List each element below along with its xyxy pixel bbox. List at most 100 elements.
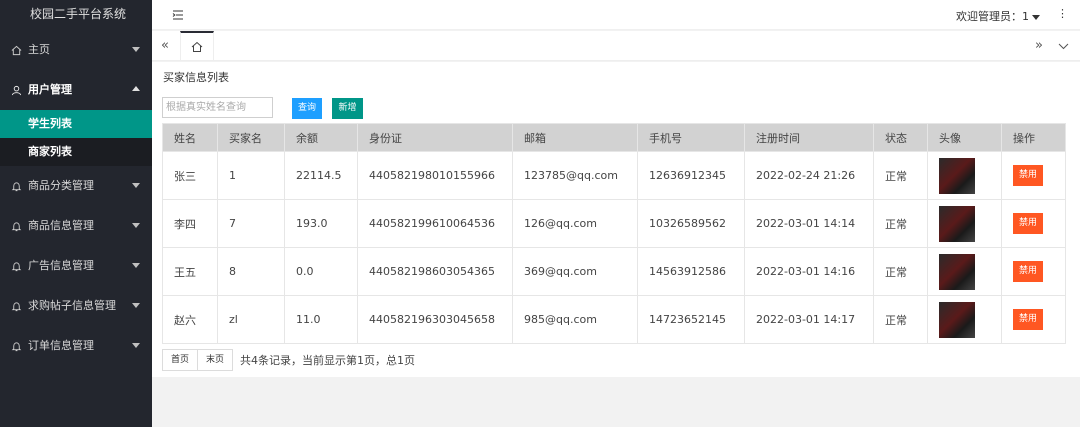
- table-row: 王五 8 0.0 440582198603054365 369@qq.com 1…: [162, 247, 1066, 296]
- column-header: 状态: [873, 123, 928, 152]
- sidebar-item-label: 订单信息管理: [28, 339, 94, 352]
- column-header: 注册时间: [744, 123, 874, 152]
- chevron-down-icon: [132, 343, 140, 348]
- cell-avatar: [927, 151, 1002, 200]
- cell-avatar: [927, 295, 1002, 344]
- sidebar-item-label: 商品分类管理: [28, 179, 94, 192]
- home-icon: [10, 44, 22, 56]
- avatar[interactable]: [939, 253, 975, 290]
- admin-menu[interactable]: 欢迎管理员：1: [956, 8, 1040, 24]
- menu-toggle-icon[interactable]: [172, 9, 184, 21]
- sidebar-item-label: 商品信息管理: [28, 219, 94, 232]
- user-icon: [10, 84, 22, 96]
- cell-buyer: 7: [217, 199, 285, 248]
- chevron-up-icon: [132, 86, 140, 91]
- cell-buyer: 1: [217, 151, 285, 200]
- sidebar-item-label: 求购帖子信息管理: [28, 299, 116, 312]
- bell-icon: [10, 220, 22, 232]
- avatar[interactable]: [939, 157, 975, 194]
- tab-bar: « »: [152, 31, 1080, 61]
- sidebar-item-product-management[interactable]: 商品信息管理: [0, 206, 152, 246]
- sidebar-item-wanted-post-management[interactable]: 求购帖子信息管理: [0, 286, 152, 326]
- first-page-button[interactable]: 首页: [162, 349, 199, 371]
- cell-phone: 14723652145: [637, 295, 745, 344]
- sidebar-item-order-management[interactable]: 订单信息管理: [0, 326, 152, 366]
- avatar[interactable]: [939, 301, 975, 338]
- cell-registered: 2022-03-01 14:17: [744, 295, 874, 344]
- cell-name: 李四: [162, 199, 218, 248]
- sidebar-item-user-management[interactable]: 用户管理: [0, 70, 152, 110]
- cell-phone: 12636912345: [637, 151, 745, 200]
- cell-name: 王五: [162, 247, 218, 296]
- sidebar-item-ad-management[interactable]: 广告信息管理: [0, 246, 152, 286]
- cell-email: 123785@qq.com: [512, 151, 638, 200]
- main-panel: 买家信息列表 查询 新增 姓名 买家名 余额 身份证 邮箱 手机号 注册时间 状…: [152, 62, 1080, 377]
- cell-action: 禁用: [1001, 247, 1066, 296]
- column-header: 姓名: [162, 123, 218, 152]
- sidebar-item-category-management[interactable]: 商品分类管理: [0, 166, 152, 206]
- cell-id-card: 440582196303045658: [357, 295, 513, 344]
- disable-button[interactable]: 禁用: [1013, 309, 1043, 330]
- cell-status: 正常: [873, 199, 928, 248]
- add-button[interactable]: 新增: [332, 98, 363, 119]
- column-header: 头像: [927, 123, 1002, 152]
- cell-action: 禁用: [1001, 295, 1066, 344]
- column-header: 身份证: [357, 123, 513, 152]
- tab-scroll-left-icon[interactable]: «: [156, 37, 174, 55]
- cell-buyer: zl: [217, 295, 285, 344]
- cell-avatar: [927, 199, 1002, 248]
- page-title: 买家信息列表: [163, 71, 229, 84]
- pagination-info: 共4条记录，当前显示第1页，总1页: [240, 354, 416, 367]
- disable-button[interactable]: 禁用: [1013, 213, 1043, 234]
- sidebar-item-home[interactable]: 主页: [0, 30, 152, 70]
- search-input[interactable]: [162, 97, 273, 118]
- last-page-button[interactable]: 末页: [198, 349, 234, 371]
- cell-avatar: [927, 247, 1002, 296]
- cell-balance: 22114.5: [284, 151, 358, 200]
- bell-icon: [10, 340, 22, 352]
- admin-label: 欢迎管理员：1: [956, 10, 1029, 23]
- table-header-row: 姓名 买家名 余额 身份证 邮箱 手机号 注册时间 状态 头像 操作: [162, 123, 1066, 152]
- bell-icon: [10, 300, 22, 312]
- cell-status: 正常: [873, 295, 928, 344]
- chevron-down-icon: [132, 47, 140, 52]
- cell-balance: 11.0: [284, 295, 358, 344]
- pagination: 首页 末页 共4条记录，当前显示第1页，总1页: [162, 349, 415, 371]
- query-button[interactable]: 查询: [292, 98, 322, 119]
- chevron-down-icon: [132, 263, 140, 268]
- cell-action: 禁用: [1001, 151, 1066, 200]
- cell-email: 985@qq.com: [512, 295, 638, 344]
- column-header: 余额: [284, 123, 358, 152]
- tab-options-chevron-icon[interactable]: [1054, 37, 1072, 55]
- cell-registered: 2022-03-01 14:14: [744, 199, 874, 248]
- user-submenu: 学生列表 商家列表: [0, 110, 152, 166]
- sidebar-subitem-student-list[interactable]: 学生列表: [0, 110, 152, 138]
- cell-email: 126@qq.com: [512, 199, 638, 248]
- cell-action: 禁用: [1001, 199, 1066, 248]
- tab-scroll-right-icon[interactable]: »: [1030, 37, 1048, 55]
- cell-status: 正常: [873, 151, 928, 200]
- tab-home[interactable]: [180, 31, 214, 61]
- sidebar: 校园二手平台系统 主页 用户管理 学生列表 商家列表 商品分类管理 商品信息管理: [0, 0, 152, 427]
- column-header: 手机号: [637, 123, 745, 152]
- cell-status: 正常: [873, 247, 928, 296]
- column-header: 买家名: [217, 123, 285, 152]
- cell-id-card: 440582198010155966: [357, 151, 513, 200]
- cell-phone: 10326589562: [637, 199, 745, 248]
- more-options-icon[interactable]: ⋮: [1057, 8, 1068, 20]
- sidebar-subitem-merchant-list[interactable]: 商家列表: [0, 138, 152, 166]
- chevron-down-icon: [132, 303, 140, 308]
- bell-icon: [10, 260, 22, 272]
- disable-button[interactable]: 禁用: [1013, 165, 1043, 186]
- table-row: 李四 7 193.0 440582199610064536 126@qq.com…: [162, 199, 1066, 248]
- column-header: 操作: [1001, 123, 1066, 152]
- chevron-down-icon: [132, 183, 140, 188]
- avatar[interactable]: [939, 205, 975, 242]
- cell-buyer: 8: [217, 247, 285, 296]
- disable-button[interactable]: 禁用: [1013, 261, 1043, 282]
- app-title: 校园二手平台系统: [30, 7, 127, 21]
- cell-balance: 193.0: [284, 199, 358, 248]
- top-header: 欢迎管理员：1 ⋮: [152, 0, 1080, 30]
- cell-balance: 0.0: [284, 247, 358, 296]
- sidebar-item-label: 用户管理: [28, 83, 72, 96]
